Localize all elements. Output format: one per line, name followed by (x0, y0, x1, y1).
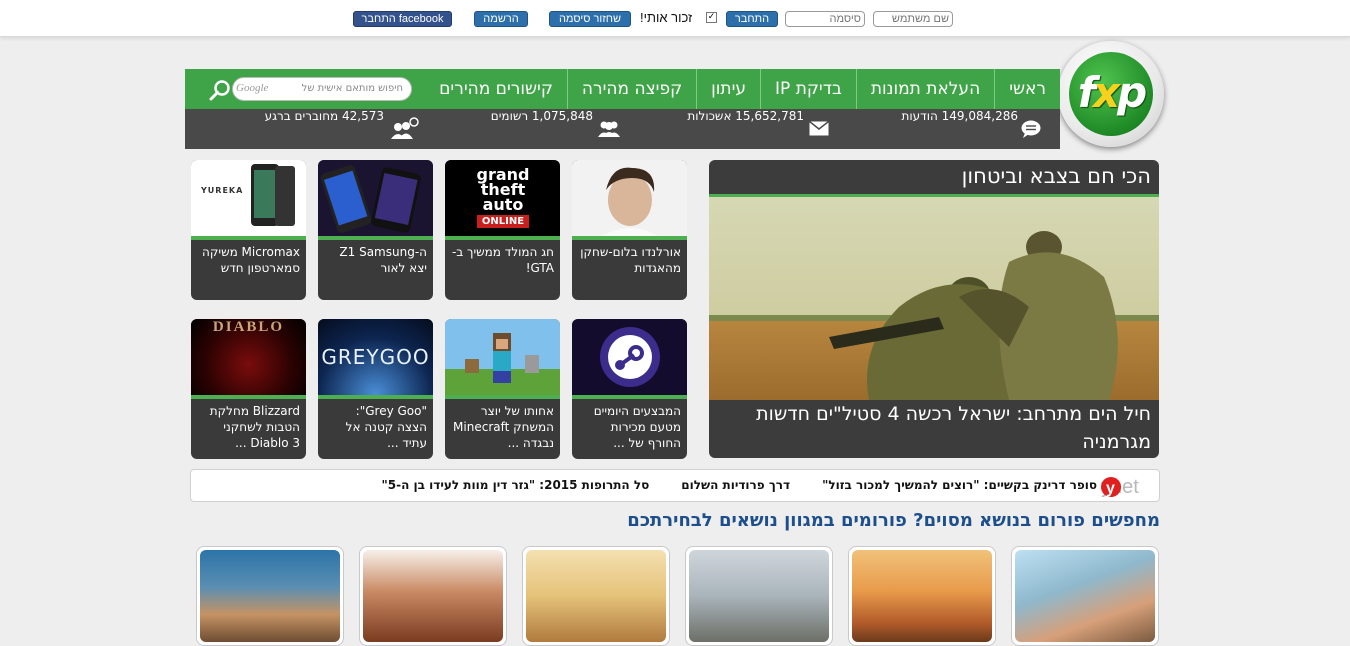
stat-threads: 15,652,781 אשכולות (687, 109, 804, 123)
ticker-item[interactable]: סופר דרינק בקשיים: "רוצים להמשיך למכור ב… (822, 478, 1097, 492)
magazine-topic-tile[interactable] (685, 546, 833, 646)
card-title: "Grey Goo": הצצה קטנה אל עתיד ... (345, 404, 427, 450)
forgot-password-button[interactable]: שחזור סיסמה (549, 11, 631, 27)
featured-headline[interactable]: חיל הים מתרחב: ישראל רכשה 4 סטיל"ים חדשו… (721, 400, 1151, 456)
article-card[interactable]: ה-Z1 Samsung יצא לאור (318, 160, 433, 300)
article-card[interactable]: אחותו של יוצר המשחק Minecraft נבגדה ... (445, 319, 560, 459)
magazine-topic-tile[interactable] (196, 546, 344, 646)
card-image (572, 160, 687, 236)
magazine-section-title: מחפשים פורום בנושא מסוים? פורומים במגוון… (627, 510, 1160, 531)
featured-image[interactable] (709, 194, 1159, 400)
search-input[interactable]: Google חיפוש מותאם אישית של (232, 77, 412, 101)
login-button[interactable]: התחבר (726, 11, 778, 27)
card-image (445, 319, 560, 395)
card-image (572, 319, 687, 395)
ticker-item[interactable]: סל התרופות 2015: "גזר דין מוות לעידו בן … (382, 478, 650, 492)
password-field[interactable] (785, 11, 865, 27)
magazine-topic-tile[interactable] (359, 546, 507, 646)
card-image: GREYGOO (318, 319, 433, 395)
article-card[interactable]: YUREKA Micromax משיקה סמארטפון חדש (191, 160, 306, 300)
article-card[interactable]: המבצעים היומיים מטעם מכירות החורף של ... (572, 319, 687, 459)
messages-icon (1021, 120, 1041, 138)
magazine-topic-tile[interactable] (1011, 546, 1159, 646)
register-button[interactable]: הרשמה (474, 11, 528, 27)
card-title: אחותו של יוצר המשחק Minecraft נבגדה ... (453, 404, 554, 450)
stat-members: 1,075,848 רשומים (490, 109, 593, 123)
card-title: אורלנדו בלום-שחקן מהאגדות (580, 245, 681, 275)
card-image: YUREKA (191, 160, 306, 236)
search-placeholder: חיפוש מותאם אישית של (301, 83, 403, 94)
card-title: Micromax משיקה סמארטפון חדש (202, 245, 300, 275)
login-bar: התחבר ✓ זכור אותי! שחזור סיסמה הרשמה התח… (0, 0, 1350, 37)
search-icon[interactable] (208, 78, 232, 102)
remember-me-checkbox[interactable]: ✓ (706, 12, 717, 23)
online-users-icon (391, 117, 419, 139)
nav-item-home[interactable]: ראשי (994, 69, 1060, 109)
card-image: DIABLO (191, 319, 306, 395)
article-card[interactable]: grand theft auto ONLINE חג המולד ממשיך ב-G… (445, 160, 560, 300)
envelope-icon (809, 121, 829, 136)
google-brand: Google (236, 82, 269, 94)
nav-item-upload-images[interactable]: העלאת תמונות (855, 69, 994, 109)
magazine-topic-tile[interactable] (522, 546, 670, 646)
facebook-login-button[interactable]: התחבר facebook (353, 11, 452, 27)
article-card[interactable]: GREYGOO "Grey Goo": הצצה קטנה אל עתיד ..… (318, 319, 433, 459)
card-title: ה-Z1 Samsung יצא לאור (339, 245, 427, 275)
ticker-item[interactable]: דרך פרודיות השלום (681, 478, 790, 492)
username-field[interactable] (873, 11, 953, 27)
card-image (318, 160, 433, 236)
fxp-logo[interactable]: fxp (1058, 41, 1164, 147)
card-title: Blizzard מחלקת הטבות לשחקני Diablo 3 ... (209, 404, 300, 450)
nav-item-newspaper[interactable]: עיתון (696, 69, 760, 109)
forum-stats: 149,084,286 הודעות 15,652,781 אשכולות 1,… (185, 109, 1060, 149)
svg-text:y: y (1106, 480, 1115, 497)
card-image: grand theft auto ONLINE (445, 160, 560, 236)
magazine-topic-tile[interactable] (848, 546, 996, 646)
stat-online: 42,573 מחוברים ברגע (264, 109, 384, 123)
nav-item-quick-links[interactable]: קישורים מהירים (425, 69, 567, 109)
members-icon (598, 121, 620, 137)
featured-category-title: הכי חם בצבא וביטחון (961, 164, 1151, 188)
article-card[interactable]: אורלנדו בלום-שחקן מהאגדות (572, 160, 687, 300)
news-ticker: ynet y סופר דרינק בקשיים: "רוצים להמשיך … (190, 469, 1160, 502)
card-title: חג המולד ממשיך ב-GTA! (451, 245, 554, 275)
nav-item-quick-jump[interactable]: קפיצה מהירה (566, 69, 696, 109)
nav-item-ip-check[interactable]: בדיקת IP (760, 69, 856, 109)
remember-me-label: זכור אותי! (640, 10, 693, 25)
featured-article[interactable]: הכי חם בצבא וביטחון חיל הים מתרחב: ישראל… (709, 160, 1159, 458)
article-card[interactable]: DIABLO Blizzard מחלקת הטבות לשחקני Diabl… (191, 319, 306, 459)
stat-messages: 149,084,286 הודעות (901, 109, 1019, 123)
card-title: המבצעים היומיים מטעם מכירות החורף של ... (593, 404, 681, 450)
ynet-logo[interactable]: ynet y (1101, 474, 1155, 498)
